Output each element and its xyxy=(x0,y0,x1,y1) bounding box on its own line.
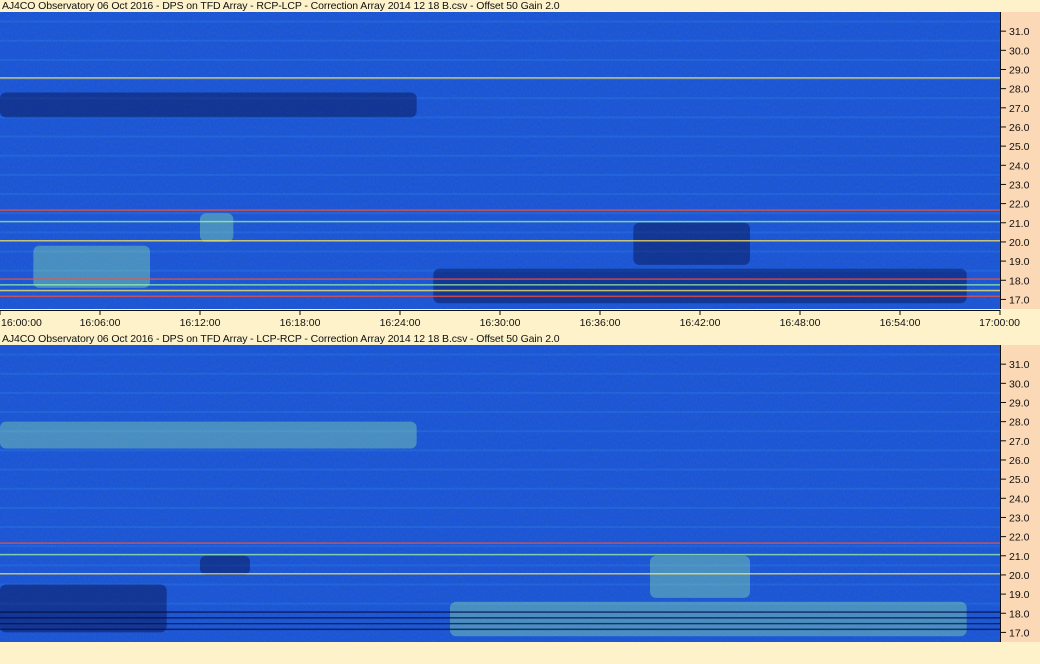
spectrogram-top-svg xyxy=(0,12,1000,309)
band-stripe xyxy=(0,526,1000,529)
band-stripe xyxy=(0,39,1000,42)
y-tick-label: 31.0 xyxy=(1009,26,1030,38)
band-stripe xyxy=(0,154,1000,157)
bright-emission-region xyxy=(200,213,234,242)
band-stripe xyxy=(0,449,1000,452)
y-tick-label: 24.0 xyxy=(1009,493,1030,505)
dark-emission-region xyxy=(0,584,167,633)
band-stripe xyxy=(0,411,1000,414)
interference-line xyxy=(0,284,1000,286)
x-tick-label: 16:06:00 xyxy=(80,317,121,329)
dark-emission-region xyxy=(0,92,417,118)
band-stripe xyxy=(0,487,1000,490)
y-tick-label: 18.0 xyxy=(1009,275,1030,287)
y-tick-label: 30.0 xyxy=(1009,378,1030,390)
y-tick-label: 19.0 xyxy=(1009,256,1030,268)
chart-title-bottom: AJ4CO Observatory 06 Oct 2016 - DPS on T… xyxy=(2,333,560,345)
y-tick-label: 20.0 xyxy=(1009,570,1030,582)
spectrogram-bottom-svg xyxy=(0,345,1000,642)
y-tick-label: 29.0 xyxy=(1009,64,1030,76)
y-tick-label: 26.0 xyxy=(1009,455,1030,467)
interference-line xyxy=(0,289,1000,292)
y-tick-label: 23.0 xyxy=(1009,179,1030,191)
y-tick-label: 20.0 xyxy=(1009,237,1030,249)
x-tick-label: 16:24:00 xyxy=(380,317,421,329)
x-tick-label: 16:18:00 xyxy=(280,317,321,329)
y-tick-label: 19.0 xyxy=(1009,589,1030,601)
y-tick-label: 27.0 xyxy=(1009,103,1030,115)
band-stripe xyxy=(0,135,1000,138)
interference-line xyxy=(0,295,1000,298)
band-stripe xyxy=(0,173,1000,176)
band-stripe xyxy=(0,212,1000,215)
y-tick-label: 17.0 xyxy=(1009,627,1030,639)
interference-line xyxy=(0,220,1000,223)
y-axis-bottom: 17.0 18.0 19.0 20.0 21.0 22.0 23.0 24.0 25.0 26.0… xyxy=(1000,345,1040,642)
band-stripe xyxy=(0,353,1000,356)
y-tick-label: 27.0 xyxy=(1009,436,1030,448)
spectrogram-top xyxy=(0,12,1000,309)
band-stripe xyxy=(0,58,1000,61)
dark-emission-region xyxy=(433,268,967,304)
band-stripe xyxy=(0,231,1000,234)
y-tick-label: 31.0 xyxy=(1009,359,1030,371)
x-tick-label: 16:54:00 xyxy=(880,317,921,329)
y-tick-label: 24.0 xyxy=(1009,160,1030,172)
interference-line xyxy=(0,573,1000,575)
x-tick-label: 16:36:00 xyxy=(580,317,621,329)
y-tick-label: 22.0 xyxy=(1009,199,1030,211)
bright-emission-region xyxy=(33,245,151,288)
band-stripe xyxy=(0,193,1000,196)
band-stripe xyxy=(0,545,1000,548)
dark-emission-region xyxy=(200,555,250,575)
band-stripe xyxy=(0,20,1000,23)
y-tick-label: 23.0 xyxy=(1009,512,1030,524)
y-tick-label: 21.0 xyxy=(1009,218,1030,230)
x-tick-label: 16:12:00 xyxy=(180,317,221,329)
y-tick-label: 29.0 xyxy=(1009,397,1030,409)
interference-line xyxy=(0,622,1000,625)
x-tick-label: 16:00:00 xyxy=(1,317,42,329)
bright-emission-region xyxy=(450,601,967,637)
band-stripe xyxy=(0,468,1000,471)
y-tick-label: 26.0 xyxy=(1009,122,1030,134)
y-tick-label: 18.0 xyxy=(1009,608,1030,620)
interference-line xyxy=(0,553,1000,556)
x-tick-label: 17:00:00 xyxy=(979,317,1020,329)
interference-line xyxy=(0,611,1000,613)
x-tick-label: 16:42:00 xyxy=(680,317,721,329)
y-tick-label: 25.0 xyxy=(1009,141,1030,153)
interference-line xyxy=(0,209,1000,211)
interference-line xyxy=(0,617,1000,619)
y-axis-top: 17.0 18.0 19.0 20.0 21.0 22.0 23.0 24.0 25.0 26.0… xyxy=(1000,12,1040,309)
x-axis-time: 16:00:00 16:06:00 16:12:00 16:18:00 16:24:00… xyxy=(0,310,1040,330)
y-tick-label: 17.0 xyxy=(1009,294,1030,306)
chart-title-top: AJ4CO Observatory 06 Oct 2016 - DPS on T… xyxy=(2,0,560,12)
interference-line xyxy=(0,542,1000,544)
y-tick-label: 22.0 xyxy=(1009,532,1030,544)
y-tick-label: 30.0 xyxy=(1009,45,1030,57)
x-tick-label: 16:30:00 xyxy=(480,317,521,329)
band-stripe xyxy=(0,372,1000,375)
y-tick-label: 21.0 xyxy=(1009,551,1030,563)
band-stripe xyxy=(0,564,1000,567)
x-tick-label: 16:48:00 xyxy=(780,317,821,329)
y-tick-label: 28.0 xyxy=(1009,417,1030,429)
y-tick-label: 25.0 xyxy=(1009,474,1030,486)
bright-emission-region xyxy=(0,421,417,449)
interference-line xyxy=(0,628,1000,631)
interference-line xyxy=(0,278,1000,280)
band-stripe xyxy=(0,506,1000,509)
y-tick-label: 28.0 xyxy=(1009,84,1030,96)
interference-line xyxy=(0,240,1000,242)
bright-emission-region xyxy=(650,555,750,598)
dark-emission-region xyxy=(633,222,750,265)
interference-line xyxy=(0,77,1000,79)
spectrogram-bottom xyxy=(0,345,1000,642)
band-stripe xyxy=(0,391,1000,394)
